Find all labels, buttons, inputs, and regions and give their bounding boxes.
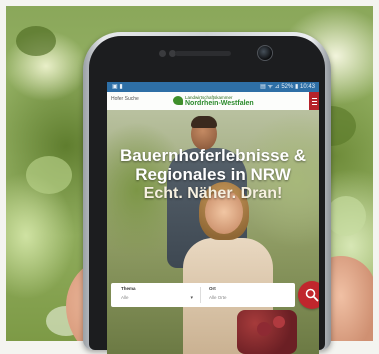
- hero-headline: Bauernhoferlebnisse & Regionales in NRW …: [107, 146, 319, 203]
- location-value: Alle Orte: [209, 295, 227, 300]
- earpiece-speaker: [175, 51, 231, 56]
- phone-bezel: ▣ ▮ ▤ ᯤ ⊿ 52% ▮ 10:43 Hofer Suche Landwi…: [89, 36, 325, 354]
- site-logo[interactable]: Landwirtschaftskammer Nordrhein-Westfale…: [173, 94, 273, 108]
- status-bar: ▣ ▮ ▤ ᯤ ⊿ 52% ▮ 10:43: [107, 82, 319, 92]
- hero-person-man-hair: [191, 116, 217, 128]
- headline-tagline: Echt. Näher. Dran!: [143, 185, 283, 202]
- smartphone: ▣ ▮ ▤ ᯤ ⊿ 52% ▮ 10:43 Hofer Suche Landwi…: [83, 32, 331, 354]
- headline-line1: Bauernhoferlebnisse &: [119, 146, 307, 165]
- beet: [257, 322, 271, 336]
- topic-label: Thema: [121, 286, 136, 291]
- topic-select[interactable]: Thema Alle ▾: [121, 286, 193, 304]
- chevron-down-icon: ▾: [190, 295, 193, 301]
- topic-value: Alle: [121, 295, 129, 300]
- location-label: Ort: [209, 286, 216, 291]
- leaf-logo-icon: [173, 96, 183, 105]
- site-nav-link[interactable]: Hofer Suche: [111, 96, 139, 102]
- headline-line2: Regionales in NRW: [135, 165, 291, 184]
- location-field[interactable]: Ort Alle Orte: [209, 286, 289, 304]
- site-header: Hofer Suche Landwirtschaftskammer Nordrh…: [107, 92, 319, 112]
- search-button[interactable]: [298, 281, 319, 309]
- status-icons-left: ▣ ▮: [112, 84, 123, 90]
- phone-screen: ▣ ▮ ▤ ᯤ ⊿ 52% ▮ 10:43 Hofer Suche Landwi…: [107, 82, 319, 354]
- search-icon: [305, 288, 319, 302]
- front-camera: [257, 45, 273, 61]
- status-icons-right: ▤ ᯤ ⊿ 52% ▮ 10:43: [260, 84, 315, 90]
- beet: [273, 316, 285, 328]
- logo-text-line2: Nordrhein-Westfalen: [185, 100, 254, 107]
- search-box: Thema Alle ▾ Ort Alle Orte: [111, 283, 295, 307]
- hamburger-menu-icon[interactable]: [309, 92, 319, 112]
- sensor-dot: [159, 50, 166, 57]
- field-divider: [200, 287, 201, 303]
